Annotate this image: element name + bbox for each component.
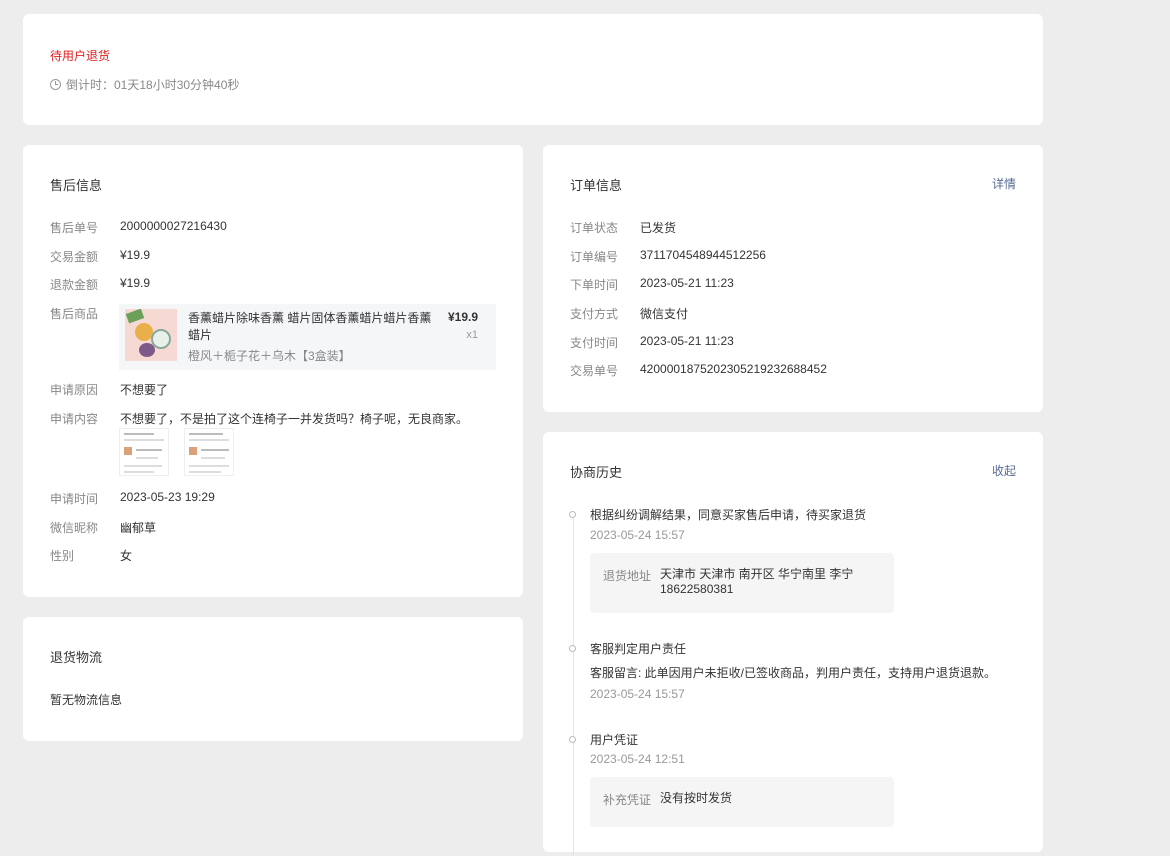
history-item-title: 客服判定用户责任: [590, 642, 687, 656]
order-row-payment-time: 支付时间 2023-05-21 11:23: [570, 334, 734, 351]
order-value: 3711704548944512256: [640, 248, 766, 262]
evidence-image-2[interactable]: [184, 428, 234, 476]
product-quantity: x1: [466, 329, 478, 341]
info-label: 售后单号: [50, 221, 99, 235]
order-label: 订单编号: [570, 250, 619, 264]
info-value: 不想要了: [120, 383, 169, 397]
return-address-value: 天津市 天津市 南开区 华宁南里 李宁 18622580381: [660, 567, 854, 596]
return-logistics-card: 退货物流 暂无物流信息: [23, 617, 523, 741]
order-info-card: 订单信息 详情 订单状态 已发货 订单编号 371170454894451225…: [543, 145, 1043, 412]
negotiation-history-card: 协商历史 收起 根据纠纷调解结果，同意买家售后申请，待买家退货 2023-05-…: [543, 432, 1043, 856]
countdown-text: 倒计时：01天18小时30分钟40秒: [66, 78, 240, 92]
history-item-time: 2023-05-24 15:57: [590, 687, 685, 701]
product-image[interactable]: [125, 309, 177, 361]
info-label: 售后商品: [50, 307, 99, 321]
info-label: 交易金额: [50, 250, 99, 264]
return-address-box: 退货地址 天津市 天津市 南开区 华宁南里 李宁 18622580381: [590, 553, 894, 613]
order-row-transaction-no: 交易单号 4200001875202305219232688452: [570, 362, 827, 379]
product-spec: 橙风＋栀子花＋乌木【3盒装】: [188, 349, 351, 363]
info-label: 申请时间: [50, 492, 99, 506]
info-label: 申请原因: [50, 383, 99, 397]
info-row-reason: 申请原因 不想要了: [50, 381, 168, 398]
order-value: 微信支付: [640, 307, 689, 321]
order-label: 下单时间: [570, 278, 619, 292]
product-price: ¥19.9: [447, 310, 478, 324]
order-label: 交易单号: [570, 364, 619, 378]
order-value: 已发货: [640, 221, 677, 235]
order-row-payment-method: 支付方式 微信支付: [570, 305, 688, 322]
after-sale-info-card: 售后信息 售后单号 2000000027216430 交易金额 ¥19.9 退款…: [23, 145, 523, 597]
order-value: 2023-05-21 11:23: [640, 276, 734, 290]
timeline-line: [573, 516, 574, 856]
after-sale-info-title: 售后信息: [50, 178, 103, 193]
info-label: 申请内容: [50, 412, 99, 426]
info-label: 退款金额: [50, 278, 99, 292]
no-logistics-text: 暂无物流信息: [50, 693, 123, 707]
info-value: 幽郁草: [120, 521, 157, 535]
order-row-number: 订单编号 3711704548944512256: [570, 248, 766, 265]
info-value: ¥19.9: [120, 248, 151, 262]
info-row-trade-amount: 交易金额 ¥19.9: [50, 248, 150, 265]
info-label: 性别: [50, 549, 75, 563]
info-value: 2000000027216430: [120, 219, 227, 233]
return-address-label: 退货地址: [603, 569, 652, 583]
evidence-value: 没有按时发货: [660, 791, 733, 805]
info-row-gender: 性别 女: [50, 547, 132, 564]
negotiation-history-title: 协商历史: [570, 465, 623, 480]
order-value: 2023-05-21 11:23: [640, 334, 734, 348]
history-item-time: 2023-05-24 12:51: [590, 752, 685, 766]
info-value: ¥19.9: [120, 276, 151, 290]
timeline-dot: [569, 736, 576, 743]
info-label: 微信昵称: [50, 521, 99, 535]
timeline-dot: [569, 511, 576, 518]
product-item[interactable]: 香薰蜡片除味香薰 蜡片固体香薰蜡片蜡片香薰 蜡片 橙风＋栀子花＋乌木【3盒装】 …: [119, 304, 496, 370]
timeline-dot: [569, 645, 576, 652]
info-row-product: 售后商品: [50, 305, 120, 322]
order-detail-link[interactable]: 详情: [992, 175, 1016, 192]
after-sale-status: 待用户退货: [50, 49, 111, 63]
history-item-title: 根据纠纷调解结果，同意买家售后申请，待买家退货: [590, 508, 867, 522]
countdown: 倒计时：01天18小时30分钟40秒: [50, 76, 239, 93]
order-label: 订单状态: [570, 221, 619, 235]
order-info-title: 订单信息: [570, 178, 623, 193]
info-row-refund-amount: 退款金额 ¥19.9: [50, 276, 150, 293]
return-logistics-title: 退货物流: [50, 650, 103, 665]
evidence-image-1[interactable]: [119, 428, 169, 476]
order-label: 支付时间: [570, 336, 619, 350]
info-row-apply-time: 申请时间 2023-05-23 19:29: [50, 490, 215, 507]
clock-icon: [50, 79, 61, 90]
history-item-title: 用户凭证: [590, 733, 639, 747]
collapse-link[interactable]: 收起: [992, 462, 1016, 479]
evidence-label: 补充凭证: [603, 793, 652, 807]
info-row-nickname: 微信昵称 幽郁草: [50, 519, 156, 536]
info-value: 女: [120, 549, 133, 563]
history-item-time: 2023-05-24 15:57: [590, 528, 685, 542]
order-label: 支付方式: [570, 307, 619, 321]
product-name: 香薰蜡片除味香薰 蜡片固体香薰蜡片蜡片香薰 蜡片: [188, 311, 432, 342]
info-row-content: 申请内容 不想要了，不是拍了这个连椅子一并发货吗？椅子呢，无良商家。: [50, 410, 468, 427]
info-value: 2023-05-23 19:29: [120, 490, 215, 504]
info-value: 不想要了，不是拍了这个连椅子一并发货吗？椅子呢，无良商家。: [120, 412, 469, 426]
order-value: 4200001875202305219232688452: [640, 362, 827, 376]
order-row-status: 订单状态 已发货: [570, 219, 676, 236]
order-row-order-time: 下单时间 2023-05-21 11:23: [570, 276, 734, 293]
service-note: 客服留言: 此单因用户未拒收/已签收商品，判用户责任，支持用户退货退款。: [590, 666, 997, 680]
info-row-after-sale-no: 售后单号 2000000027216430: [50, 219, 227, 236]
status-card: 待用户退货 倒计时：01天18小时30分钟40秒: [23, 14, 1043, 125]
